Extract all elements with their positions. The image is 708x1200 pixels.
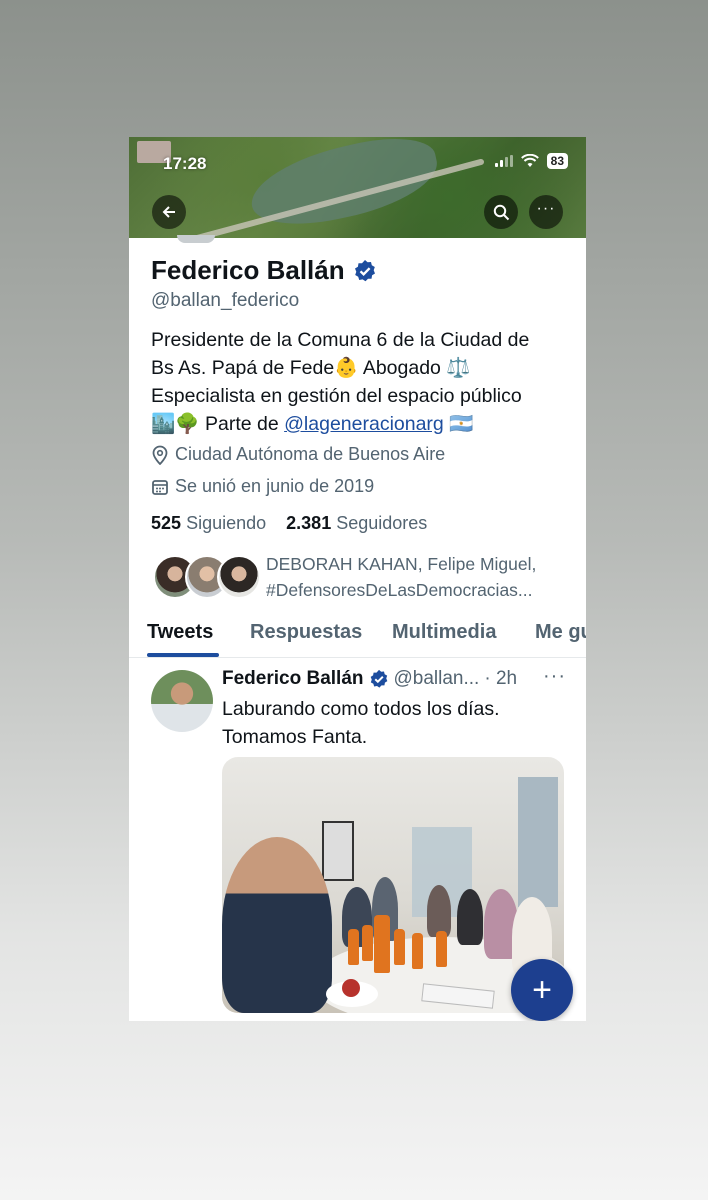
bio-line: Presidente de la Comuna 6 de la Ciudad d… (151, 329, 530, 351)
tweet-more-button[interactable]: ··· (543, 665, 566, 688)
status-icons: 83 (494, 153, 568, 169)
back-button[interactable] (152, 195, 186, 229)
tweet-timestamp: · 2h (484, 668, 518, 689)
calendar-icon (152, 479, 168, 495)
wifi-icon (520, 154, 539, 167)
bio-line: Especialista en gestión del espacio públ… (151, 385, 522, 407)
search-icon (493, 204, 509, 220)
joined-text: Se unió en junio de 2019 (175, 476, 375, 496)
back-arrow-icon (162, 206, 175, 218)
profile-name: Federico Ballán (151, 255, 377, 286)
signal-icon (494, 155, 513, 167)
location-pin-icon (152, 445, 168, 465)
tweet-text-line: Laburando como todos los días. (222, 698, 500, 720)
verified-badge-icon (370, 669, 387, 688)
more-icon: ··· (536, 200, 556, 217)
active-tab-indicator (147, 653, 219, 657)
tab-replies[interactable]: Respuestas (250, 621, 362, 644)
tweet-photo[interactable] (222, 757, 564, 1013)
profile-screen: 17:28 83 ··· Federico Ballán @ballan_fed… (129, 137, 586, 1021)
profile-tabs: Tweets Respuestas Multimedia Me gusta (129, 615, 586, 658)
followed-by-avatars[interactable] (153, 555, 261, 599)
tab-tweets[interactable]: Tweets (147, 621, 213, 644)
profile-bio: Presidente de la Comuna 6 de la Ciudad d… (151, 326, 571, 438)
tweet-text: Laburando como todos los días. Tomamos F… (222, 695, 562, 751)
bio-line: Bs As. Papá de Fede👶 Abogado ⚖️ (151, 357, 471, 379)
profile-location: Ciudad Autónoma de Buenos Aire (151, 444, 445, 465)
followed-by-text[interactable]: DEBORAH KAHAN, Felipe Miguel, #Defensore… (266, 551, 566, 603)
tweet-header: Federico Ballán @ballan... · 2h (222, 668, 517, 690)
tweet-author-name[interactable]: Federico Ballán (222, 668, 364, 690)
tweet-author-avatar[interactable] (151, 670, 213, 732)
following-label: Siguiendo (186, 513, 267, 533)
bio-mention-link[interactable]: @lageneracionarg (284, 413, 444, 435)
compose-tweet-button[interactable]: + (511, 959, 573, 1021)
followers-link[interactable]: 2.381 Seguidores (286, 513, 427, 533)
status-time: 17:28 (163, 154, 207, 173)
followers-count: 2.381 (286, 513, 332, 533)
verified-badge-icon (354, 259, 375, 281)
location-text: Ciudad Autónoma de Buenos Aire (175, 444, 446, 464)
search-button[interactable] (484, 195, 518, 229)
battery-indicator: 83 (546, 153, 568, 169)
following-link[interactable]: 525 Siguiendo (151, 513, 266, 533)
followers-label: Seguidores (336, 513, 428, 533)
following-count: 525 (151, 513, 182, 533)
tab-media[interactable]: Multimedia (392, 621, 496, 644)
profile-stats: 525 Siguiendo 2.381 Seguidores (151, 513, 427, 534)
tweet-text-line: Tomamos Fanta. (222, 726, 368, 748)
profile-banner: 17:28 83 ··· (129, 137, 586, 238)
followed-by-line: DEBORAH KAHAN, Felipe Miguel, (266, 554, 537, 574)
tab-likes[interactable]: Me gusta (535, 621, 586, 644)
bio-flag: 🇦🇷 (443, 413, 474, 435)
tweet-author-handle: @ballan... (393, 668, 480, 689)
bio-line: 🏙️🌳 Parte de @lageneracionarg 🇦🇷 (151, 410, 571, 438)
followed-by-line: #DefensoresDeLasDemocracias... (266, 580, 533, 600)
more-options-button[interactable]: ··· (529, 195, 563, 229)
profile-handle: @ballan_federico (151, 290, 300, 311)
bio-text: 🏙️🌳 Parte de (151, 413, 285, 435)
avatar (217, 555, 261, 599)
profile-avatar[interactable] (177, 235, 215, 243)
profile-joined-date: Se unió en junio de 2019 (151, 476, 374, 497)
profile-name-text: Federico Ballán (151, 255, 345, 285)
